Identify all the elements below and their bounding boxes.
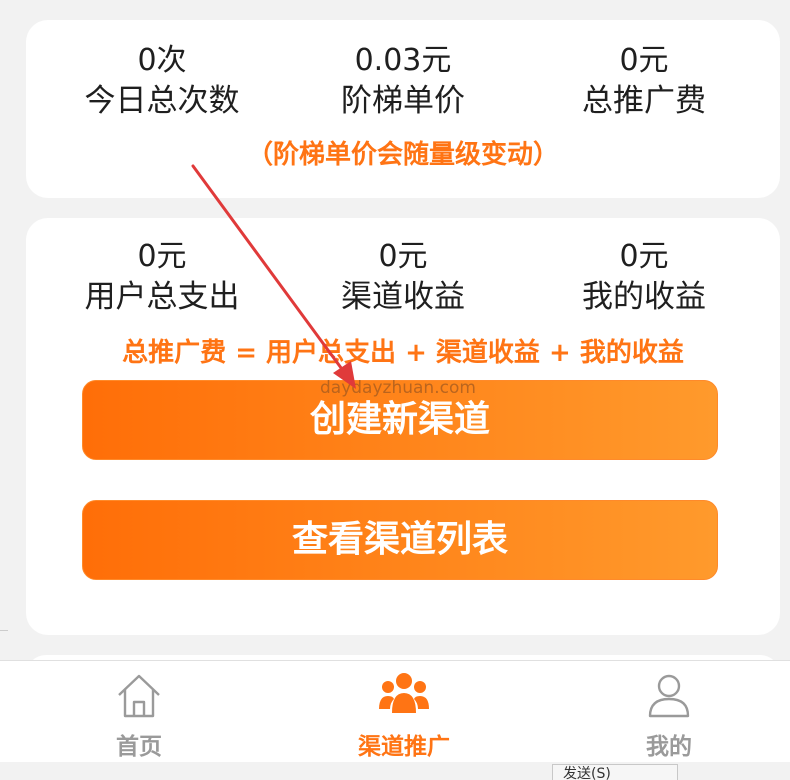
stat-total-promotion-fee: 0元 总推广费 <box>534 42 754 122</box>
stat-my-revenue: 0元 我的收益 <box>534 238 754 318</box>
stat-label: 今日总次数 <box>84 83 240 119</box>
stat-label: 总推广费 <box>582 83 706 119</box>
stat-user-total-spend: 0元 用户总支出 <box>52 238 272 318</box>
earnings-card: 0元 用户总支出 0元 渠道收益 0元 我的收益 总推广费 = 用户总支出 + … <box>26 218 780 635</box>
home-icon <box>114 671 164 723</box>
tab-label: 首页 <box>116 734 162 760</box>
stat-value: 0.03元 <box>354 43 452 78</box>
formula-note: 总推广费 = 用户总支出 + 渠道收益 + 我的收益 <box>122 338 684 368</box>
person-icon <box>645 671 693 723</box>
stat-today-count: 0次 今日总次数 <box>52 42 272 122</box>
daily-stats-card: 0次 今日总次数 0.03元 阶梯单价 0元 总推广费 （阶梯单价会随量级变动） <box>26 20 780 198</box>
tab-label: 我的 <box>646 734 692 760</box>
send-button[interactable]: 发送(S) <box>552 764 678 780</box>
stat-label: 我的收益 <box>582 279 706 315</box>
stat-label: 用户总支出 <box>84 279 240 315</box>
stat-channel-revenue: 0元 渠道收益 <box>293 238 513 318</box>
stat-value: 0元 <box>619 43 669 78</box>
stat-value: 0元 <box>619 239 669 274</box>
stat-value: 0元 <box>137 239 187 274</box>
tab-mine[interactable]: 我的 <box>569 661 769 763</box>
stat-label: 渠道收益 <box>341 279 465 315</box>
tab-label: 渠道推广 <box>358 734 450 760</box>
watermark-text: daydayzhuan.com <box>320 378 476 398</box>
divider <box>0 630 8 631</box>
tab-home[interactable]: 首页 <box>39 661 239 763</box>
bottom-tab-bar: 首页 渠道推广 我的 <box>0 660 790 762</box>
stat-unit-price: 0.03元 阶梯单价 <box>293 42 513 122</box>
group-icon <box>378 671 430 723</box>
stat-value: 0元 <box>378 239 428 274</box>
tab-channel-promotion[interactable]: 渠道推广 <box>304 661 504 763</box>
price-note: （阶梯单价会随量级变动） <box>246 140 559 170</box>
stat-value: 0次 <box>137 43 187 78</box>
view-channel-list-button[interactable]: 查看渠道列表 <box>82 500 718 580</box>
stat-label: 阶梯单价 <box>341 83 465 119</box>
